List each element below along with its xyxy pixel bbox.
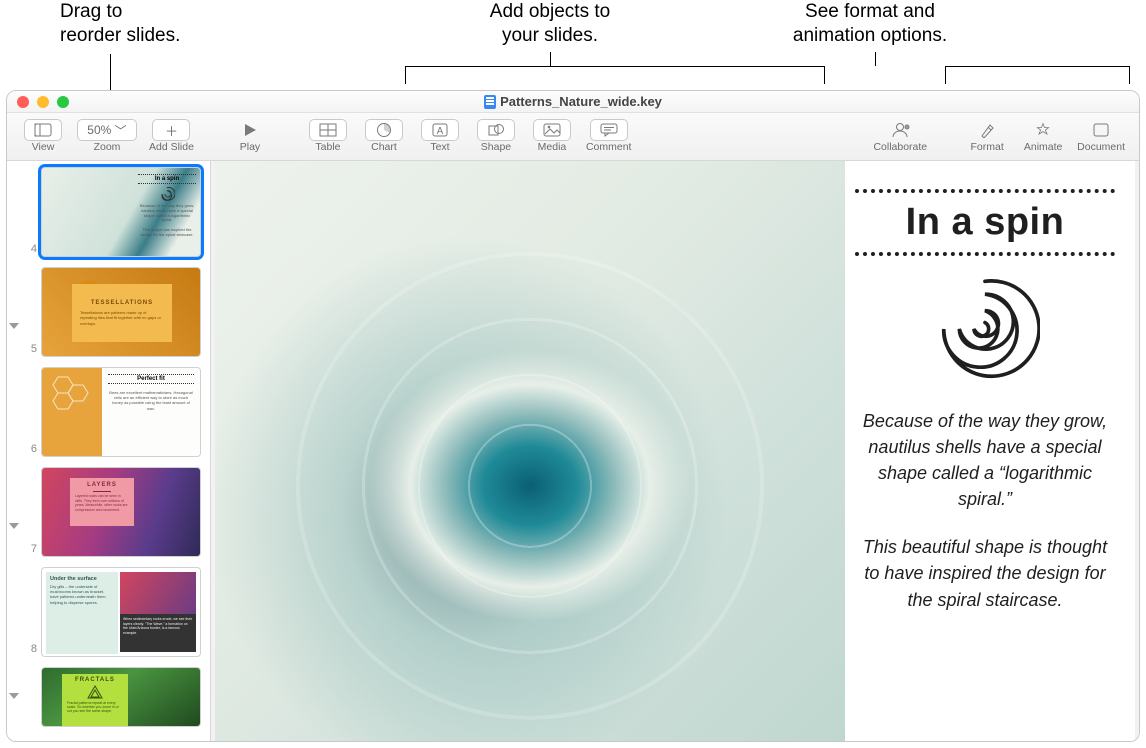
zoom-value: 50% <box>87 123 111 137</box>
text-icon: A <box>432 123 448 137</box>
slide-image-nautilus[interactable] <box>215 161 845 741</box>
media-icon <box>543 123 561 137</box>
comment-button[interactable]: Comment <box>582 117 636 155</box>
slide-thumb-6[interactable]: 6 Perfect fit Bees are excellent mathema… <box>23 367 204 457</box>
thumb-title: TESSELLATIONS <box>91 300 153 306</box>
slide-paragraph-2[interactable]: This beautiful shape is thought to have … <box>855 534 1115 612</box>
shape-button[interactable]: Shape <box>470 117 522 155</box>
disclosure-icon[interactable] <box>9 323 19 329</box>
table-label: Table <box>315 141 340 153</box>
add-slide-button[interactable]: ＋ Add Slide <box>145 117 198 155</box>
window-title-text: Patterns_Nature_wide.key <box>500 94 662 109</box>
slide-number: 6 <box>23 443 37 457</box>
slide-title[interactable]: In a spin <box>855 201 1115 244</box>
chart-label: Chart <box>371 141 397 153</box>
disclosure-icon[interactable] <box>9 523 19 529</box>
document-label: Document <box>1077 141 1125 153</box>
window-title: Patterns_Nature_wide.key <box>7 94 1139 109</box>
slide-number: 7 <box>23 543 37 557</box>
collaborate-label: Collaborate <box>873 141 927 153</box>
shape-icon <box>488 123 504 137</box>
callout-reorder: Drag to reorder slides. <box>60 0 280 48</box>
callout-reorder-text: Drag to reorder slides. <box>60 1 180 46</box>
divider-dots <box>855 189 1115 193</box>
document-button-icon <box>1093 123 1109 137</box>
animate-button[interactable]: Animate <box>1017 117 1069 155</box>
zoom-button[interactable]: 50% ﹀ Zoom <box>73 117 141 155</box>
table-icon <box>319 123 337 137</box>
callout-format-text: See format and animation options. <box>793 1 947 46</box>
callout-add-objects-text: Add objects to your slides. <box>490 1 610 46</box>
media-button[interactable]: Media <box>526 117 578 155</box>
callout-add-objects: Add objects to your slides. <box>430 0 670 48</box>
slide-thumb-7[interactable]: 7 LAYERS Layered rocks can be seen in cl… <box>23 467 204 557</box>
slide-thumb-9[interactable]: FRACTALS Fractal patterns repeat at ever… <box>23 667 204 727</box>
thumb-title: Under the surface <box>50 576 114 582</box>
animate-label: Animate <box>1024 141 1063 153</box>
view-label: View <box>32 141 55 153</box>
comment-label: Comment <box>586 141 632 153</box>
text-label: Text <box>430 141 449 153</box>
toolbar: View 50% ﹀ Zoom ＋ Add Slide Play Table C… <box>7 113 1139 161</box>
collaborate-icon <box>890 122 910 138</box>
chevron-down-icon: ﹀ <box>115 122 127 139</box>
thumb-title: Perfect fit <box>108 374 194 384</box>
titlebar[interactable]: Patterns_Nature_wide.key <box>7 91 1139 113</box>
disclosure-icon[interactable] <box>9 693 19 699</box>
svg-text:A: A <box>437 126 444 137</box>
view-button[interactable]: View <box>17 117 69 155</box>
thumb-title: LAYERS <box>87 482 117 488</box>
play-label: Play <box>240 141 260 153</box>
view-icon <box>34 123 52 137</box>
format-label: Format <box>971 141 1004 153</box>
plus-icon: ＋ <box>152 119 190 141</box>
slide-thumb-5[interactable]: 5 TESSELLATIONS Tessellations are patter… <box>23 267 204 357</box>
play-icon <box>243 123 257 137</box>
table-button[interactable]: Table <box>302 117 354 155</box>
slide-number: 8 <box>23 643 37 657</box>
slide-canvas[interactable]: In a spin Because of the way they grow, … <box>211 161 1139 741</box>
comment-icon <box>600 123 618 137</box>
document-button[interactable]: Document <box>1073 117 1129 155</box>
zoom-label: Zoom <box>94 141 121 153</box>
chart-button[interactable]: Chart <box>358 117 410 155</box>
text-button[interactable]: A Text <box>414 117 466 155</box>
callout-format: See format and animation options. <box>740 0 1000 48</box>
app-window: Patterns_Nature_wide.key View 50% ﹀ Zoom… <box>6 90 1140 742</box>
slide-thumb-4[interactable]: 4 In a spin Because of the way they grow… <box>23 167 204 257</box>
media-label: Media <box>538 141 567 153</box>
spiral-icon[interactable] <box>930 274 1040 384</box>
chart-icon <box>376 122 392 138</box>
slide-thumb-8[interactable]: 8 Under the surface Dry gills – the unde… <box>23 567 204 657</box>
format-button[interactable]: Format <box>961 117 1013 155</box>
collaborate-button[interactable]: Collaborate <box>869 117 931 155</box>
thumb-title: In a spin <box>138 174 196 184</box>
thumb-title: FRACTALS <box>75 677 115 683</box>
format-icon <box>978 122 996 138</box>
document-icon <box>484 95 496 109</box>
slide-navigator[interactable]: 4 In a spin Because of the way they grow… <box>7 161 211 741</box>
add-slide-label: Add Slide <box>149 141 194 153</box>
divider-dots <box>855 252 1115 256</box>
slide-paragraph-1[interactable]: Because of the way they grow, nautilus s… <box>855 408 1115 512</box>
play-button[interactable]: Play <box>224 117 276 155</box>
shape-label: Shape <box>481 141 511 153</box>
current-slide[interactable]: In a spin Because of the way they grow, … <box>215 161 1135 741</box>
slide-number <box>23 725 37 727</box>
slide-number: 4 <box>23 243 37 257</box>
slide-number: 5 <box>23 343 37 357</box>
animate-icon <box>1033 122 1053 138</box>
